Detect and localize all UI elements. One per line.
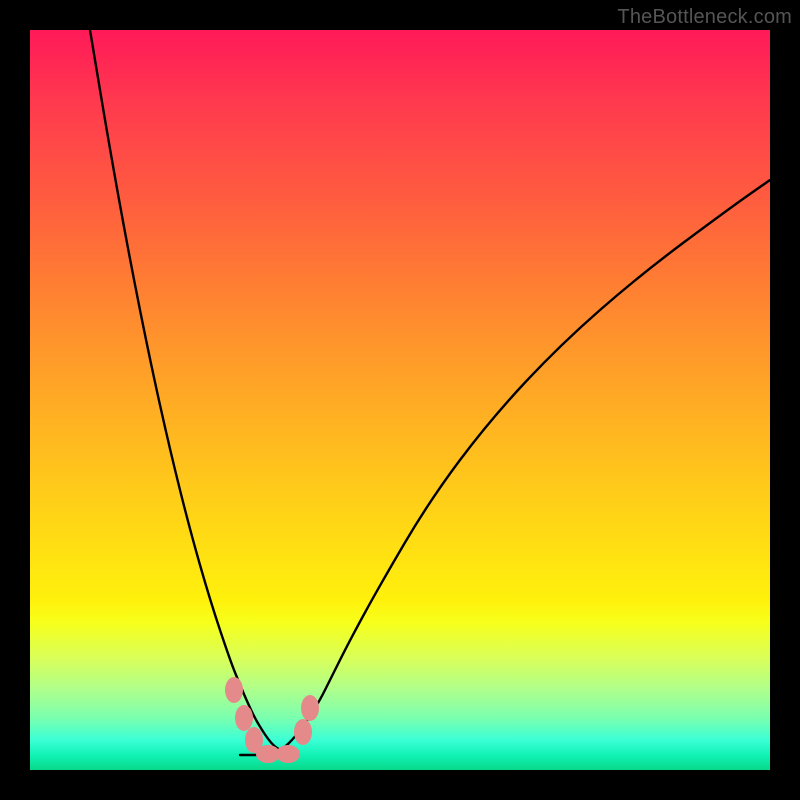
curve-left-branch xyxy=(90,30,280,750)
marker-dots xyxy=(225,677,319,763)
marker-dot xyxy=(225,677,243,703)
marker-dot xyxy=(276,745,300,763)
chart-plot-area xyxy=(30,30,770,770)
bottleneck-curve xyxy=(30,30,770,770)
attribution-text: TheBottleneck.com xyxy=(617,6,792,29)
marker-dot xyxy=(294,719,312,745)
marker-dot xyxy=(235,705,253,731)
marker-dot xyxy=(301,695,319,721)
curve-right-branch xyxy=(280,180,770,750)
